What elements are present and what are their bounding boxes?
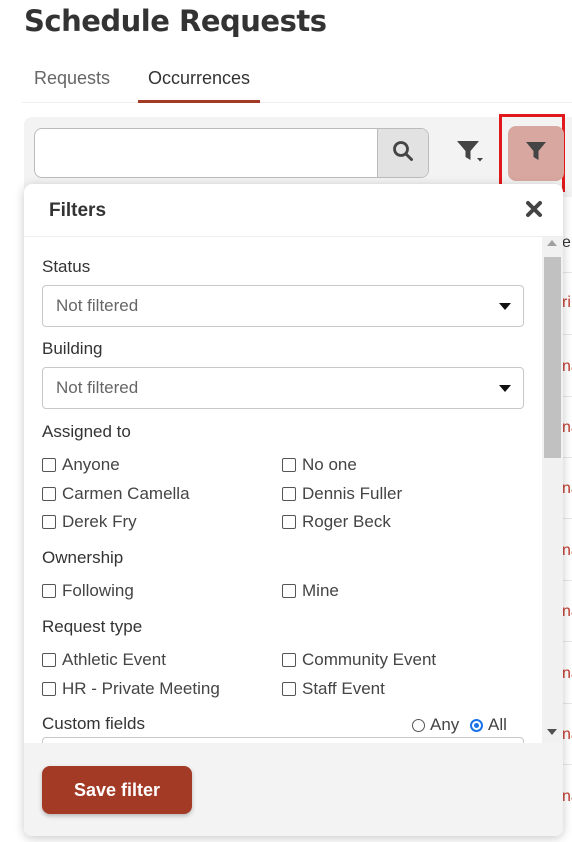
checkbox-box[interactable] xyxy=(42,487,56,501)
save-filter-button[interactable]: Save filter xyxy=(42,766,192,814)
close-icon xyxy=(525,200,543,223)
checkbox-no-one[interactable]: No one xyxy=(282,455,357,475)
building-label: Building xyxy=(42,339,103,358)
checkbox-athletic-event[interactable]: Athletic Event xyxy=(42,650,166,670)
checkbox-roger-beck[interactable]: Roger Beck xyxy=(282,512,391,532)
filters-scrollbar[interactable] xyxy=(542,237,563,743)
status-label: Status xyxy=(42,257,91,276)
filters-panel-footer: Save filter xyxy=(24,743,563,836)
scroll-down-arrow-icon[interactable] xyxy=(547,729,557,735)
checkbox-label: Following xyxy=(62,581,134,600)
search-box xyxy=(34,128,429,178)
request-type-label: Request type xyxy=(42,617,143,636)
checkbox-box[interactable] xyxy=(42,584,56,598)
ownership-label: Ownership xyxy=(42,548,124,567)
filter-dropdown-icon xyxy=(455,138,485,169)
list-item[interactable]: na xyxy=(562,788,572,806)
saved-filters-dropdown-button[interactable] xyxy=(452,137,488,169)
custom-fields-label: Custom fields xyxy=(42,714,145,733)
filters-panel: Filters Status Not filtered Building Not… xyxy=(24,184,563,836)
checkbox-mine[interactable]: Mine xyxy=(282,581,339,601)
checkbox-label: Community Event xyxy=(302,650,437,669)
checkbox-box[interactable] xyxy=(282,515,296,529)
checkbox-community-event[interactable]: Community Event xyxy=(282,650,436,670)
checkbox-label: Staff Event xyxy=(302,679,385,698)
checkbox-hr-private-meeting[interactable]: HR - Private Meeting xyxy=(42,679,220,699)
checkbox-label: Anyone xyxy=(62,455,120,474)
radio-button-selected[interactable] xyxy=(470,718,483,732)
search-button[interactable] xyxy=(377,129,428,177)
checkbox-label: No one xyxy=(302,455,357,474)
radio-label: All xyxy=(488,715,507,734)
checkbox-staff-event[interactable]: Staff Event xyxy=(282,679,385,699)
checkbox-box[interactable] xyxy=(42,515,56,529)
tab-requests[interactable]: Requests xyxy=(24,68,120,100)
radio-label: Any xyxy=(430,715,460,734)
checkbox-box[interactable] xyxy=(42,458,56,472)
radio-button[interactable] xyxy=(412,718,425,732)
scroll-up-arrow-icon[interactable] xyxy=(547,240,557,246)
assigned-to-label: Assigned to xyxy=(42,422,131,441)
scrollbar-thumb[interactable] xyxy=(544,257,561,458)
checkbox-label: Carmen Camella xyxy=(62,484,190,503)
filters-panel-header: Filters xyxy=(24,184,563,237)
checkbox-anyone[interactable]: Anyone xyxy=(42,455,120,475)
checkbox-dennis-fuller[interactable]: Dennis Fuller xyxy=(282,484,402,504)
building-select-value: Not filtered xyxy=(56,378,139,397)
list-item[interactable]: na xyxy=(562,542,572,560)
filters-title: Filters xyxy=(49,200,107,221)
checkbox-box[interactable] xyxy=(42,682,56,696)
tab-bar: Requests Occurrences xyxy=(22,62,572,103)
chevron-down-icon xyxy=(499,303,511,310)
status-select-value: Not filtered xyxy=(56,296,139,315)
radio-any[interactable]: Any xyxy=(412,715,459,735)
checkbox-box[interactable] xyxy=(282,584,296,598)
status-select[interactable]: Not filtered xyxy=(42,285,524,327)
search-icon xyxy=(392,140,414,167)
filter-icon xyxy=(525,140,547,167)
list-item[interactable]: ri xyxy=(562,294,571,312)
filters-panel-body: Status Not filtered Building Not filtere… xyxy=(24,237,563,743)
building-select[interactable]: Not filtered xyxy=(42,367,524,409)
page-title: Schedule Requests xyxy=(24,4,327,38)
close-filters-button[interactable] xyxy=(521,198,547,224)
checkbox-label: HR - Private Meeting xyxy=(62,679,220,698)
checkbox-box[interactable] xyxy=(42,653,56,667)
tab-occurrences[interactable]: Occurrences xyxy=(138,68,261,103)
checkbox-box[interactable] xyxy=(282,487,296,501)
list-item[interactable]: na xyxy=(562,358,572,376)
list-header-fragment: e xyxy=(562,234,571,251)
checkbox-derek-fry[interactable]: Derek Fry xyxy=(42,512,137,532)
checkbox-box[interactable] xyxy=(282,653,296,667)
checkbox-following[interactable]: Following xyxy=(42,581,134,601)
list-item[interactable]: na xyxy=(562,419,572,437)
radio-all[interactable]: All xyxy=(470,715,507,735)
checkbox-label: Derek Fry xyxy=(62,512,137,531)
list-item[interactable]: na xyxy=(562,480,572,498)
checkbox-label: Athletic Event xyxy=(62,650,166,669)
list-item[interactable]: na xyxy=(562,665,572,683)
list-item[interactable]: na xyxy=(562,726,572,744)
list-item[interactable]: na xyxy=(562,603,572,621)
checkbox-label: Roger Beck xyxy=(302,512,391,531)
checkbox-carmen-camella[interactable]: Carmen Camella xyxy=(42,484,190,504)
checkbox-label: Mine xyxy=(302,581,339,600)
chevron-down-icon xyxy=(499,385,511,392)
search-input[interactable] xyxy=(35,129,395,175)
filter-button[interactable] xyxy=(508,126,564,181)
checkbox-label: Dennis Fuller xyxy=(302,484,403,503)
checkbox-box[interactable] xyxy=(282,682,296,696)
checkbox-box[interactable] xyxy=(282,458,296,472)
